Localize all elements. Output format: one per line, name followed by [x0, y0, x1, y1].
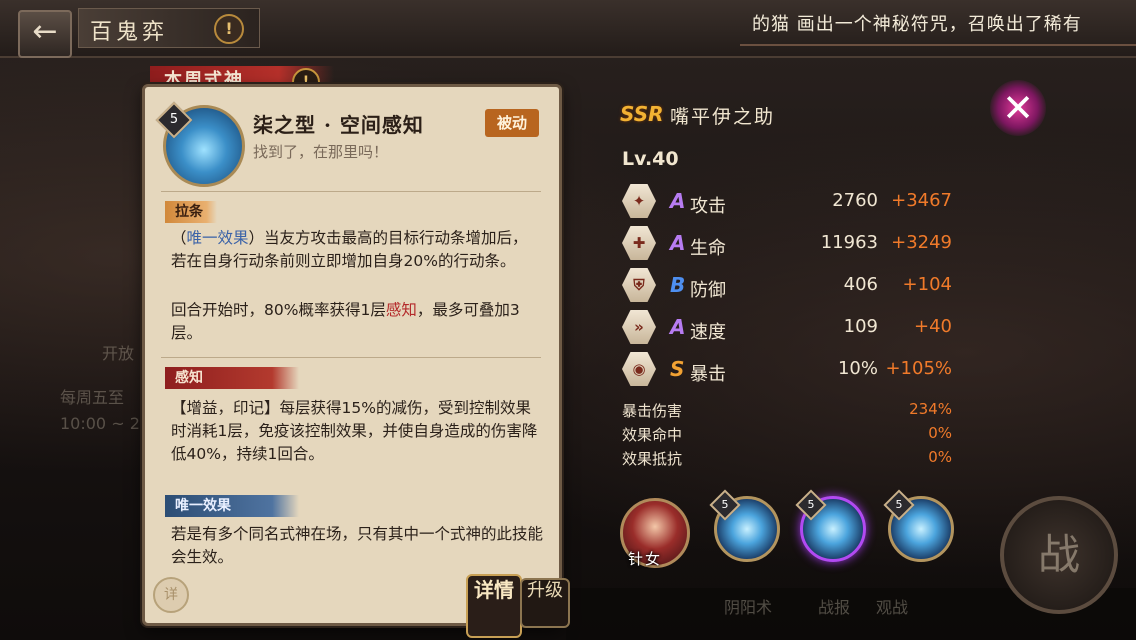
- bg-tab-label: 战报: [818, 598, 851, 617]
- marquee-underline: [740, 44, 1136, 46]
- bg-tab-label: 观战: [876, 598, 909, 617]
- sub-stat-crit-damage: 暴击伤害 234%: [622, 400, 952, 420]
- stat-label: 攻击: [690, 196, 726, 217]
- crit-icon: ◉: [622, 352, 656, 386]
- stat-row-health: ✚ A 生命 11963 +3249: [620, 226, 960, 264]
- stat-row-crit: ◉ S 暴击 10% +105%: [620, 352, 960, 390]
- unique-effect-link[interactable]: 唯一效果: [187, 229, 249, 247]
- stat-grade: S: [670, 357, 685, 381]
- divider: [161, 357, 541, 358]
- speed-icon: »: [622, 310, 656, 344]
- bg-text: 10:00 ~ 2: [60, 414, 140, 433]
- stat-bonus: +3467: [891, 190, 952, 211]
- stat-grade: A: [670, 231, 686, 255]
- stat-bonus: +104: [902, 274, 952, 295]
- stat-row-attack: ✦ A 攻击 2760 +3467: [620, 184, 960, 222]
- stat-grade: B: [670, 273, 686, 297]
- stat-row-defense: ⛨ B 防御 406 +104: [620, 268, 960, 306]
- bg-text: 开放: [102, 344, 135, 363]
- announcement-marquee: 的猫 画出一个神秘符咒，召唤出了稀有: [752, 14, 1082, 35]
- stat-base: 11963: [820, 232, 878, 253]
- divider: [161, 191, 541, 192]
- perception-keyword[interactable]: 感知: [386, 301, 417, 319]
- back-button[interactable]: ←: [18, 10, 72, 58]
- stat-base: 2760: [832, 190, 878, 211]
- tab-detail[interactable]: 详情: [466, 574, 522, 638]
- section-tag-unique: 唯一效果: [165, 495, 299, 517]
- page-title: 百鬼弈: [90, 20, 169, 45]
- section-pull-text-1: （唯一效果）当友方攻击最高的目标行动条增加后，若在自身行动条前则立即增加自身20…: [171, 229, 528, 270]
- sub-stat-effect-resist: 效果抵抗 0%: [622, 448, 952, 468]
- stat-bonus: +105%: [885, 358, 952, 379]
- bg-text: 每周五至: [60, 388, 125, 407]
- hero-level: Lv.40: [622, 148, 679, 170]
- back-arrow-icon: ←: [32, 14, 58, 49]
- stat-label: 速度: [690, 322, 726, 343]
- info-icon[interactable]: !: [214, 14, 244, 44]
- stat-label: 暴击: [690, 364, 726, 385]
- detail-round-button[interactable]: 详: [153, 577, 189, 613]
- section-perception-text: 【增益，印记】每层获得15%的减伤，受到控制效果时消耗1层，免疫该控制效果，并使…: [171, 399, 538, 463]
- hero-name: 嘴平伊之助: [670, 106, 776, 128]
- skill-quote: 找到了，在那里吗！: [253, 143, 389, 161]
- skill-name: 柒之型 · 空间感知: [253, 113, 424, 137]
- skill-type-tag: 被动: [485, 109, 539, 137]
- attack-icon: ✦: [622, 184, 656, 218]
- stat-label: 生命: [690, 238, 726, 259]
- stat-row-speed: » A 速度 109 +40: [620, 310, 960, 348]
- stat-bonus: +40: [914, 316, 952, 337]
- rarity-badge: SSR: [620, 102, 664, 126]
- section-unique-text: 若是有多个同名式神在场，只有其中一个式神的此技能会生效。: [171, 525, 544, 566]
- stat-base: 109: [843, 316, 878, 337]
- stat-base: 10%: [837, 358, 878, 379]
- stat-bonus: +3249: [891, 232, 952, 253]
- stat-grade: A: [670, 315, 686, 339]
- close-icon[interactable]: ✕: [990, 80, 1046, 136]
- stat-label: 防御: [690, 280, 726, 301]
- stat-grade: A: [670, 189, 686, 213]
- section-tag-perception: 感知: [165, 367, 299, 389]
- sub-stat-effect-hit: 效果命中 0%: [622, 424, 952, 444]
- skill-detail-card: 5 柒之型 · 空间感知 找到了，在那里吗！ 被动 拉条 （唯一效果）当友方攻击…: [142, 84, 562, 626]
- section-pull-text-2: 回合开始时，80%概率获得1层感知，最多可叠加3层。: [171, 301, 520, 342]
- top-bar: ← 百鬼弈 ! 的猫 画出一个神秘符咒，召唤出了稀有: [0, 0, 1136, 58]
- tab-upgrade[interactable]: 升级: [520, 578, 570, 628]
- stat-base: 406: [843, 274, 878, 295]
- partner-name: 针女: [628, 550, 663, 568]
- fight-button[interactable]: 战: [1000, 496, 1118, 614]
- bg-tab-label: 阴阳术: [724, 598, 773, 617]
- defense-icon: ⛨: [622, 268, 656, 302]
- health-icon: ✚: [622, 226, 656, 260]
- section-tag-pull: 拉条: [165, 201, 217, 223]
